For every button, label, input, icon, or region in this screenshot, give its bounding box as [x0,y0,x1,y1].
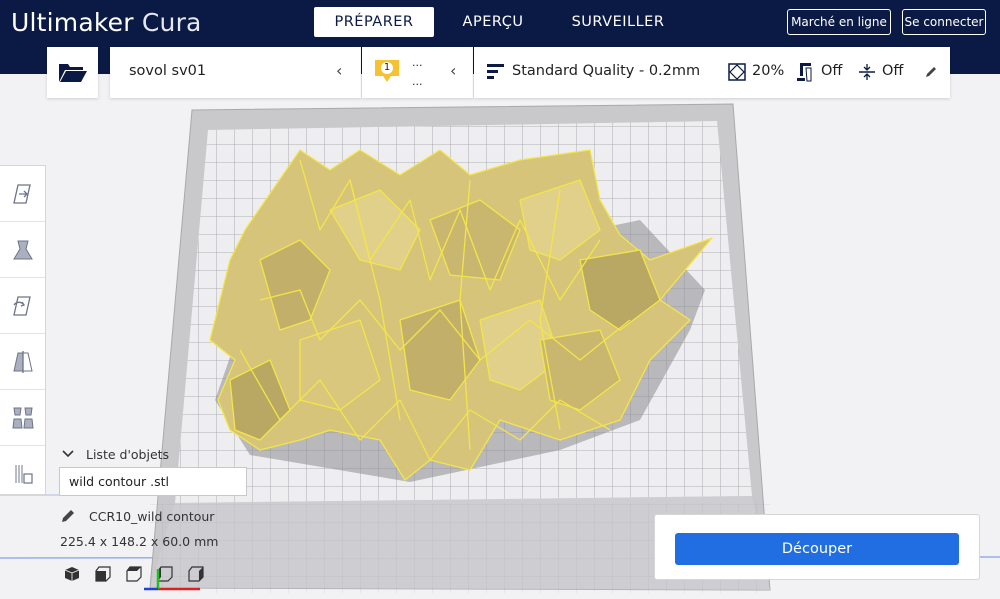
object-list-header: Liste d'objets [86,447,170,462]
move-icon [12,183,31,204]
extruder-number: 1 [383,62,391,73]
signin-button[interactable]: Se connecter [902,9,986,35]
brand-thin: Cura [141,8,202,37]
tool-sidebar [0,165,46,495]
support-value: Off [821,63,843,79]
3d-view-icon[interactable] [64,566,80,582]
pencil-icon[interactable] [61,509,75,523]
adhesion-icon [859,64,875,80]
per-model-settings-icon [11,407,34,428]
slice-button[interactable]: Découper [675,533,959,565]
support-blocker-icon [14,464,33,484]
tab-prepare[interactable]: PRÉPARER [314,7,434,37]
extruder-selector[interactable]: 1 ... ... ‹ [362,47,473,98]
folder-icon [59,64,87,82]
rotate-icon [12,295,31,316]
marketplace-button[interactable]: Marché en ligne [787,9,891,35]
adhesion-value: Off [882,63,904,79]
mirror-icon [12,350,33,373]
infill-value: 20% [752,63,785,79]
scale-icon [12,240,33,259]
object-list-item[interactable]: wild contour .stl [59,467,247,496]
mirror-tool[interactable] [0,334,45,390]
infill-icon [728,63,746,81]
chevron-down-icon [62,450,74,458]
quality-icon [487,64,504,79]
printer-name: sovol sv01 [129,63,207,79]
profile-name: Standard Quality - 0.2mm [512,63,701,79]
extruder-nozzle: ... [412,75,423,88]
per-model-settings-tool[interactable] [0,390,45,446]
chevron-left-icon: ‹ [336,61,343,80]
rotate-tool[interactable] [0,278,45,334]
print-settings-panel[interactable]: Standard Quality - 0.2mm 20% Off Off [474,47,950,98]
scale-tool[interactable] [0,222,45,278]
chevron-left-icon: ‹ [450,61,457,80]
open-file-button[interactable] [47,47,98,98]
support-icon [797,63,812,82]
pencil-icon[interactable] [924,65,938,79]
printer-selector[interactable]: sovol sv01 ‹ [110,47,361,98]
tab-monitor[interactable]: SURVEILLER [556,7,680,37]
extruder-material: ... [412,56,423,69]
model-dimensions: 225.4 x 148.2 x 60.0 mm [60,534,219,549]
model-name: CCR10_wild contour [89,509,215,524]
slice-panel: Découper [654,514,980,580]
app-logo: Ultimaker Cura [11,8,202,37]
axis-gizmo [144,569,200,591]
tab-preview[interactable]: APERÇU [440,7,546,37]
move-tool[interactable] [0,166,45,222]
brand-bold: Ultimaker [11,8,134,37]
support-blocker-tool[interactable] [0,446,45,501]
front-view-icon[interactable] [95,566,111,582]
